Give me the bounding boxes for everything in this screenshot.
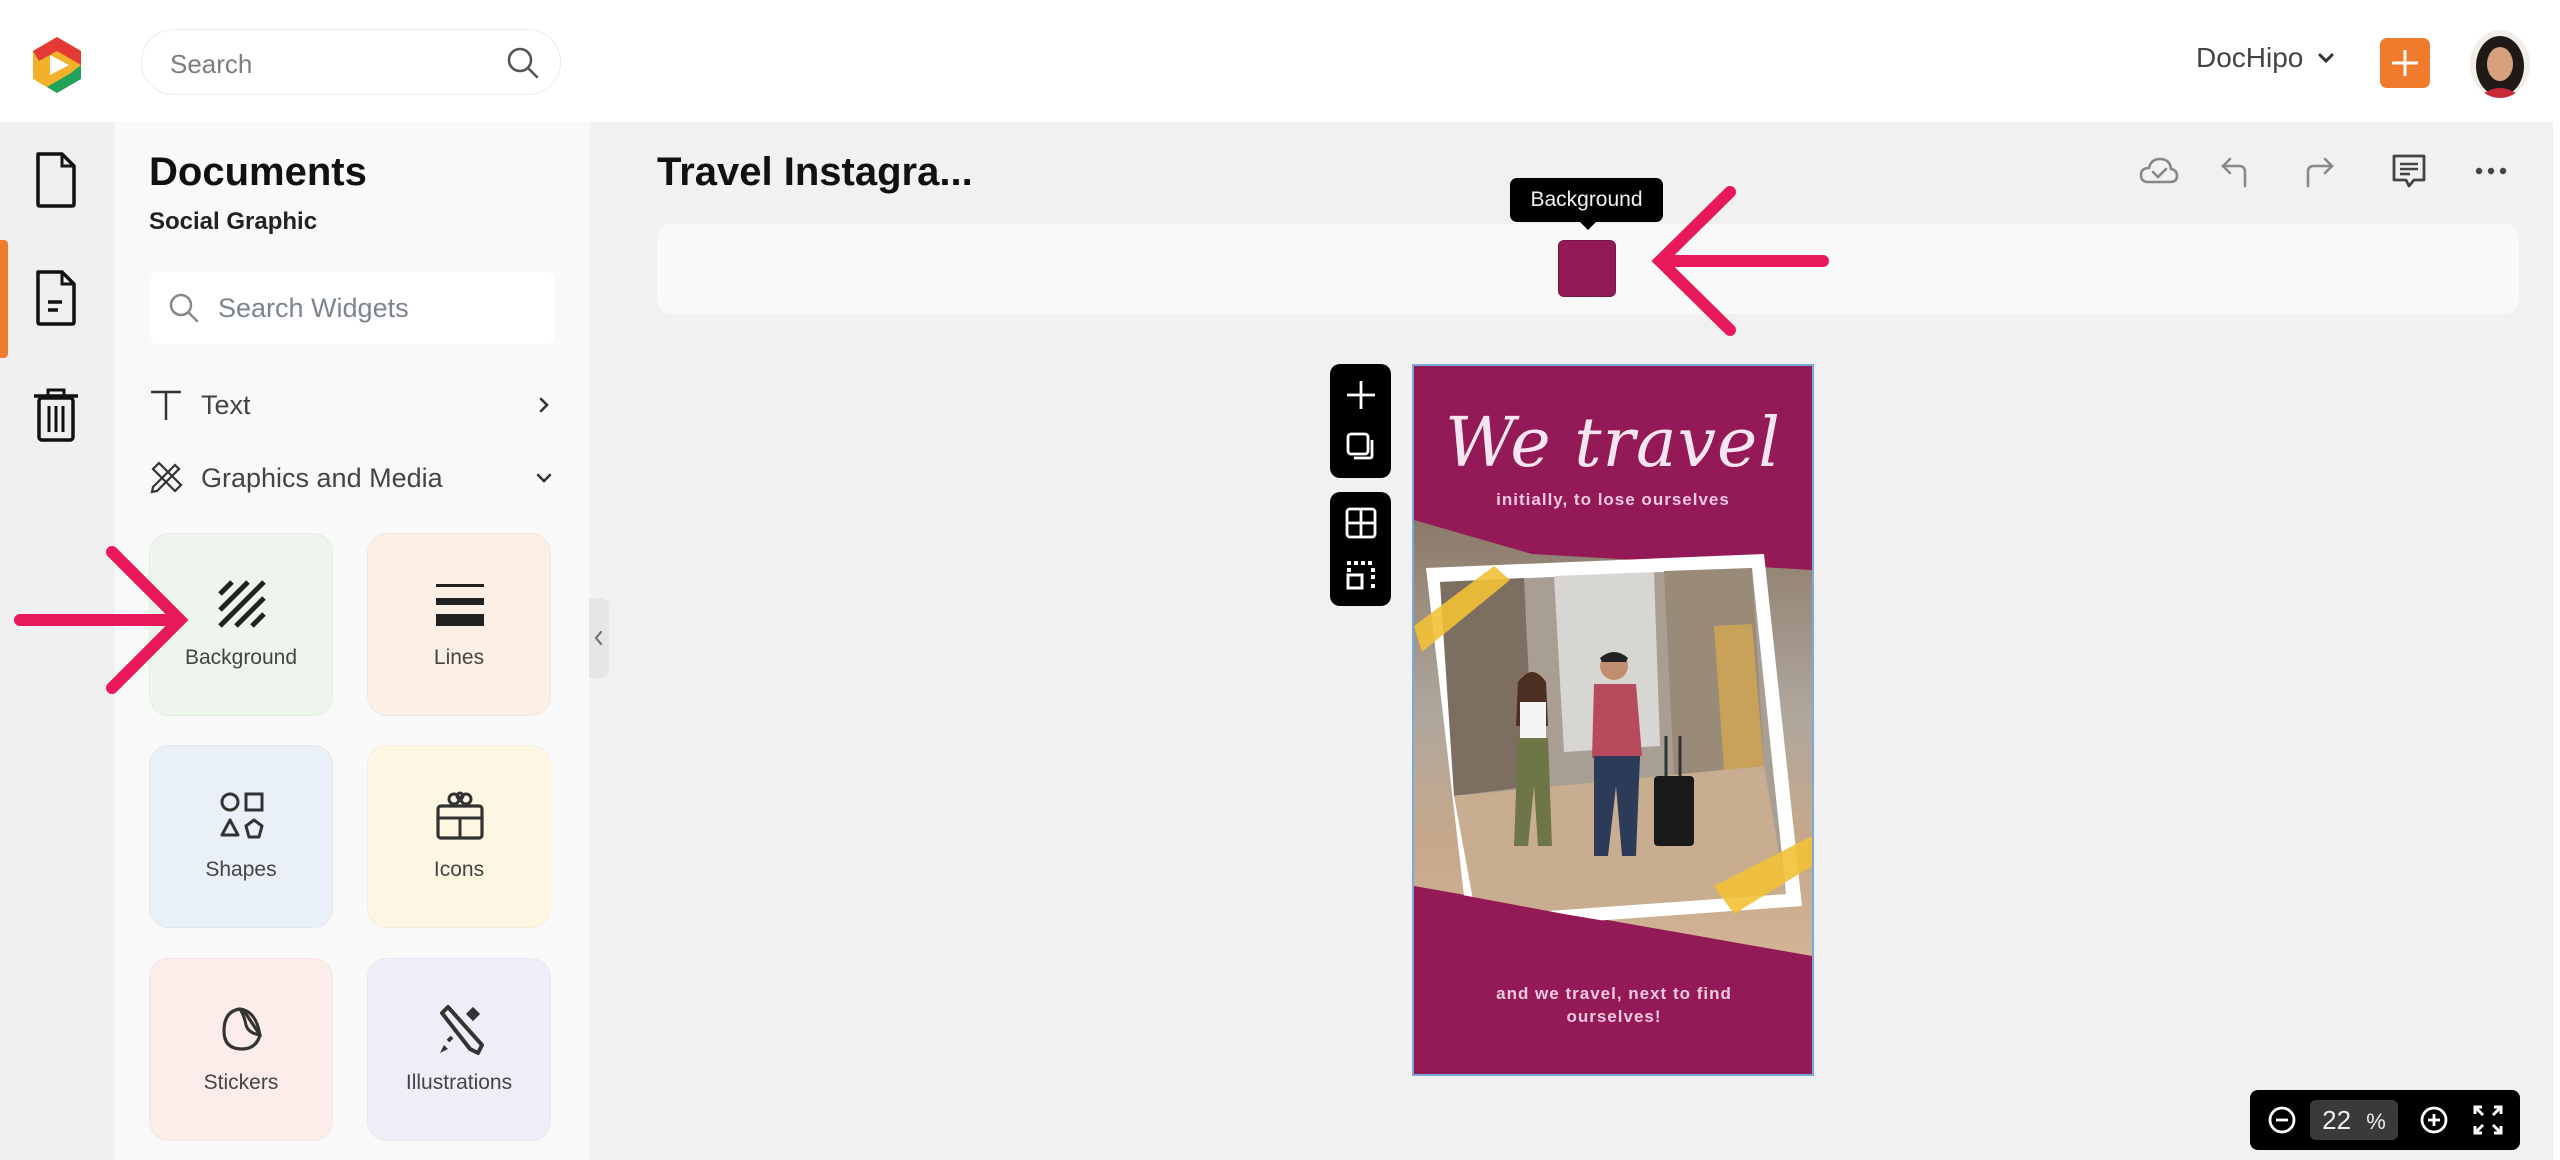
widget-shapes[interactable]: Shapes: [149, 745, 333, 928]
plus-icon: [2380, 38, 2430, 88]
workspace-label: DocHipo: [2196, 42, 2304, 73]
gift-icon: [434, 790, 486, 842]
widget-label: Background: [184, 646, 298, 669]
workspace-switcher[interactable]: DocHipo: [2196, 42, 2335, 74]
widget-background[interactable]: Background: [149, 533, 333, 716]
zoom-in-icon[interactable]: [2418, 1104, 2450, 1136]
background-pattern-icon: [216, 578, 268, 630]
comment-icon[interactable]: [2388, 150, 2430, 192]
widget-label: Illustrations: [405, 1071, 513, 1094]
zoom-control: 22 %: [2250, 1090, 2520, 1150]
trash-icon: [30, 384, 82, 444]
rail-item-trash[interactable]: [30, 384, 82, 444]
user-avatar[interactable]: [2470, 30, 2530, 98]
plus-icon[interactable]: [1344, 378, 1378, 412]
fullscreen-icon[interactable]: [2472, 1104, 2504, 1136]
grid-icon[interactable]: [1344, 506, 1378, 540]
panel-subtitle: Social Graphic: [149, 208, 318, 235]
global-search-input[interactable]: Search: [141, 29, 561, 95]
background-color-swatch[interactable]: [1558, 240, 1616, 297]
layout-actions-group: [1330, 492, 1391, 606]
category-label: Graphics and Media: [201, 462, 443, 493]
zoom-level[interactable]: 22 %: [2310, 1100, 2398, 1140]
undo-icon[interactable]: [2215, 150, 2257, 192]
redo-icon[interactable]: [2298, 150, 2340, 192]
canvas-footer-text[interactable]: and we travel, next to find ourselves!: [1474, 982, 1754, 1028]
swatch-tooltip: Background: [1510, 178, 1663, 230]
graphics-media-icon: [149, 461, 183, 495]
illustration-icon: [434, 1003, 486, 1055]
select-area-icon[interactable]: [1344, 558, 1378, 592]
text-icon: [149, 388, 183, 422]
zoom-out-icon[interactable]: [2266, 1104, 2298, 1136]
widget-search-placeholder: Search Widgets: [218, 293, 409, 323]
search-icon[interactable]: [506, 46, 540, 80]
widget-label: Icons: [433, 858, 485, 881]
page-actions-group: [1330, 364, 1391, 478]
collapse-panel-handle[interactable]: [589, 598, 609, 678]
document-title[interactable]: Travel Instagra...: [657, 150, 973, 195]
category-graphics-and-media[interactable]: Graphics and Media: [149, 456, 554, 500]
copy-icon[interactable]: [1344, 430, 1378, 464]
chevron-down-icon: [534, 468, 554, 488]
rail-active-indicator: [0, 240, 8, 358]
widget-label: Lines: [433, 646, 485, 669]
canvas-subheading[interactable]: initially, to lose ourselves: [1414, 490, 1812, 510]
widget-stickers[interactable]: Stickers: [149, 958, 333, 1141]
chevron-down-icon: [2317, 52, 2335, 64]
top-bar: Search DocHipo: [0, 0, 2560, 122]
lines-icon: [434, 578, 486, 630]
document-text-icon: [30, 268, 82, 328]
zoom-unit: %: [2366, 1109, 2386, 1134]
chevron-left-icon: [589, 598, 609, 678]
widget-icons[interactable]: Icons: [367, 745, 551, 928]
zoom-value: 22: [2322, 1105, 2352, 1135]
category-text[interactable]: Text: [149, 383, 554, 427]
rail-item-documents[interactable]: [30, 150, 82, 210]
widget-illustrations[interactable]: Illustrations: [367, 958, 551, 1141]
right-edge-strip: [2553, 122, 2560, 1160]
rail-item-document-details[interactable]: [30, 268, 82, 328]
widget-lines[interactable]: Lines: [367, 533, 551, 716]
panel-title: Documents: [149, 150, 367, 194]
dochipo-logo[interactable]: [26, 34, 88, 96]
document-icon: [30, 150, 82, 210]
search-icon: [168, 292, 200, 324]
widget-label: Stickers: [203, 1071, 279, 1094]
widget-label: Shapes: [205, 858, 277, 881]
create-new-button[interactable]: [2380, 38, 2430, 88]
canvas-heading[interactable]: We travel: [1414, 404, 1812, 483]
search-placeholder: Search: [170, 49, 253, 79]
widget-search-input[interactable]: Search Widgets: [150, 272, 555, 344]
shapes-icon: [216, 790, 268, 842]
chevron-right-icon: [534, 395, 554, 415]
cloud-check-icon[interactable]: [2138, 150, 2180, 192]
category-label: Text: [201, 389, 251, 420]
design-canvas[interactable]: We travel initially, to lose ourselves a…: [1412, 364, 1814, 1076]
sticker-icon: [216, 1003, 268, 1055]
more-horizontal-icon[interactable]: [2470, 150, 2512, 192]
